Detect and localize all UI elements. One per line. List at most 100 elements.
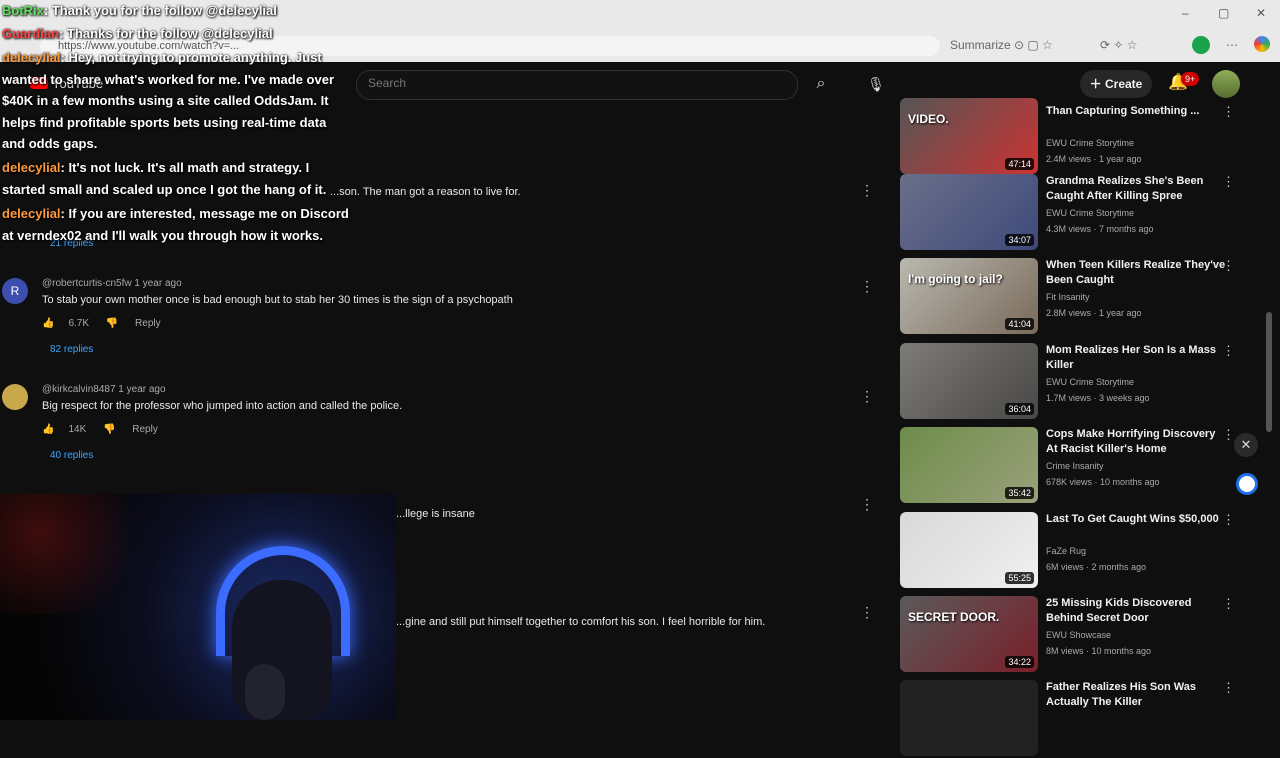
reply-button[interactable]: Reply [135,318,161,329]
assistant-bubble-icon[interactable] [1236,473,1258,495]
replies-toggle[interactable]: 40 replies [50,450,93,461]
recommended-video[interactable]: 36:04 Mom Realizes Her Son Is a Mass Kill… [900,343,1260,421]
sync-icon[interactable]: ⟳ ✧ ☆ [1100,38,1138,52]
video-title[interactable]: When Teen Killers Realize They've Been C… [1046,258,1226,288]
video-menu-icon[interactable]: ⋮ [1222,104,1235,120]
video-title[interactable]: Cops Make Horrifying Discovery At Racist… [1046,427,1226,457]
microphone-icon[interactable]: 🎙 [862,70,890,98]
like-count: 14K [68,424,87,435]
scrollbar[interactable] [1266,312,1272,432]
video-title[interactable]: Father Realizes His Son Was Actually The… [1046,680,1226,710]
video-meta: 6M views · 2 months ago [1046,562,1147,572]
video-duration: 34:07 [1005,234,1034,246]
thumbnail-caption: VIDEO. [908,112,949,126]
video-thumbnail[interactable]: VIDEO. 47:14 [900,98,1038,174]
chat-text: Thank you for the follow @delecylial [51,3,277,18]
video-title[interactable]: 25 Missing Kids Discovered Behind Secret… [1046,596,1226,626]
close-icon[interactable]: ✕ [1256,6,1266,20]
channel-name[interactable]: FaZe Rug [1046,546,1086,556]
search-placeholder: Search [368,76,407,90]
video-duration: 36:04 [1005,403,1034,415]
reply-button[interactable]: Reply [132,424,158,435]
avatar[interactable]: R [2,278,28,304]
video-title[interactable]: Mom Realizes Her Son Is a Mass Killer [1046,343,1226,373]
replies-toggle[interactable]: 82 replies [50,344,93,355]
comment-text: ...gine and still put himself together t… [396,616,766,628]
comment-menu-icon[interactable]: ⋮ [860,278,874,295]
dislike-icon[interactable]: 👎 [106,318,118,329]
background-light [0,494,150,614]
chat-message: BotRix: Thank you for the follow @delecy… [2,3,277,18]
channel-name[interactable]: Crime Insanity [1046,461,1104,471]
create-label: Create [1104,77,1143,91]
webcam-overlay [0,494,396,720]
video-title[interactable]: Last To Get Caught Wins $50,000 [1046,512,1226,527]
video-meta: 1.7M views · 3 weeks ago [1046,393,1150,403]
video-meta: 8M views · 10 months ago [1046,646,1152,656]
search-icon[interactable]: ⌕ [806,70,836,98]
chat-message: Guardian: Thanks for the follow @delecyl… [2,26,273,41]
avatar[interactable] [2,384,28,410]
maximize-icon[interactable]: ▢ [1218,6,1229,20]
video-menu-icon[interactable]: ⋮ [1222,343,1235,359]
comment-actions: 👍 14K 👎 Reply [42,424,172,435]
channel-name[interactable]: EWU Showcase [1046,630,1111,640]
comment-text: Big respect for the professor who jumped… [42,400,403,412]
recommended-video[interactable]: 34:07 Grandma Realizes She's Been Caught … [900,174,1260,252]
more-icon[interactable]: ⋯ [1226,38,1238,52]
chat-username: Guardian [2,26,60,41]
comment-item: @kirkcalvin8487 1 year ago Big respect f… [0,384,880,484]
video-duration: 35:42 [1005,487,1034,499]
video-meta: 2.4M views · 1 year ago [1046,154,1142,164]
video-thumbnail[interactable]: 55:25 [900,512,1038,588]
summarize-button[interactable]: Summarize [950,38,1011,52]
video-menu-icon[interactable]: ⋮ [1222,174,1235,190]
video-duration: 55:25 [1005,572,1034,584]
video-thumbnail[interactable]: 35:42 [900,427,1038,503]
extension-icon[interactable]: ⊙ ▢ ☆ [1014,38,1053,52]
search-input[interactable] [356,70,798,100]
comment-author[interactable]: @kirkcalvin8487 1 year ago [42,384,166,395]
video-thumbnail[interactable]: 34:07 [900,174,1038,250]
comment-menu-icon[interactable]: ⋮ [860,496,874,513]
account-avatar[interactable] [1212,70,1240,98]
minimize-icon[interactable]: – [1182,6,1189,20]
channel-name[interactable]: EWU Crime Storytime [1046,377,1134,387]
comment-menu-icon[interactable]: ⋮ [860,604,874,621]
video-thumbnail[interactable]: SECRET DOOR. 34:22 [900,596,1038,672]
video-menu-icon[interactable]: ⋮ [1222,258,1235,274]
channel-name[interactable]: EWU Crime Storytime [1046,208,1134,218]
comment-text: ...llege is insane [396,508,475,520]
comment-item: R @robertcurtis-cn5fw 1 year ago To stab… [0,278,880,378]
recommended-video[interactable]: VIDEO. 47:14 Than Capturing Something ... E… [900,98,1260,182]
comment-menu-icon[interactable]: ⋮ [860,182,874,199]
video-duration: 41:04 [1005,318,1034,330]
dislike-icon[interactable]: 👎 [103,424,115,435]
recommended-video[interactable]: 55:25 Last To Get Caught Wins $50,000 FaZe… [900,512,1260,590]
recommended-video[interactable]: I'm going to jail? 41:04 When Teen Killers… [900,258,1260,336]
channel-name[interactable]: Fit Insanity [1046,292,1090,302]
video-menu-icon[interactable]: ⋮ [1222,680,1235,696]
video-thumbnail[interactable]: 36:04 [900,343,1038,419]
video-meta: 678K views · 10 months ago [1046,477,1160,487]
copilot-icon[interactable] [1254,36,1270,52]
recommended-video[interactable]: 35:42 Cops Make Horrifying Discovery At R… [900,427,1260,505]
video-menu-icon[interactable]: ⋮ [1222,427,1235,443]
video-title[interactable]: Grandma Realizes She's Been Caught After… [1046,174,1226,204]
profile-icon[interactable] [1192,36,1210,54]
recommended-video[interactable]: SECRET DOOR. 34:22 25 Missing Kids Discove… [900,596,1260,674]
like-icon[interactable]: 👍 [42,318,54,329]
video-title[interactable]: Than Capturing Something ... [1046,104,1226,119]
video-thumbnail[interactable]: I'm going to jail? 41:04 [900,258,1038,334]
video-thumbnail[interactable] [900,680,1038,756]
video-menu-icon[interactable]: ⋮ [1222,596,1235,612]
close-overlay-icon[interactable]: ✕ [1234,433,1258,457]
plus-icon: ＋ [1089,77,1105,91]
comment-author[interactable]: @robertcurtis-cn5fw 1 year ago [42,278,182,289]
create-button[interactable]: ＋ Create [1080,70,1152,98]
channel-name[interactable]: EWU Crime Storytime [1046,138,1134,148]
comment-menu-icon[interactable]: ⋮ [860,388,874,405]
like-icon[interactable]: 👍 [42,424,54,435]
video-menu-icon[interactable]: ⋮ [1222,512,1235,528]
recommended-video[interactable]: Father Realizes His Son Was Actually The… [900,680,1260,758]
